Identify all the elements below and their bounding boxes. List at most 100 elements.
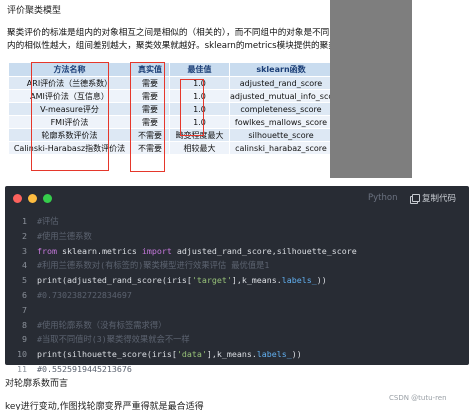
code-token: import	[141, 245, 172, 256]
table-cell: 需要	[130, 76, 170, 90]
table-cell: V-measure评分	[8, 102, 131, 116]
code-token: 'data'	[176, 349, 207, 360]
slide-title: 评价聚类模型	[5, 3, 66, 16]
code-line: 11 #0.5525919445213676	[5, 362, 469, 377]
dot-yellow	[28, 194, 37, 203]
table-row: Calinski-Harabasz指数评价法 不需要 相较最大 calinski…	[8, 141, 333, 155]
code-line: 7	[5, 303, 469, 318]
table-cell: 1.0	[169, 89, 230, 103]
line-number: 5	[22, 275, 27, 286]
table-cell: 轮廓系数评价法	[8, 128, 131, 142]
code-token: sklearn.metrics	[56, 245, 142, 256]
code-text: #0.5525919445213676	[27, 362, 132, 377]
header-method: 方法名称	[8, 62, 131, 77]
code-token: #利用兰德系数对(有标签的)聚类模型进行效果评估 最优值是1	[37, 260, 270, 271]
table-cell: adjusted_mutual_info_score	[229, 89, 342, 103]
table-cell: adjusted_rand_score	[229, 76, 333, 90]
slide-side-panel	[330, 0, 412, 178]
table-cell: fowlkes_mallows_score	[229, 115, 333, 129]
code-line: 8 #使用轮廓系数（没有标签需求得）	[5, 318, 469, 333]
line-number: 1	[22, 216, 27, 226]
code-text: print(adjusted_rand_score(iris['target']…	[27, 273, 327, 288]
table-cell: 需要	[130, 102, 170, 116]
header-best: 最佳值	[169, 62, 230, 77]
line-number: 2	[22, 230, 27, 241]
code-text: print(silhouette_score(iris['data'],k_me…	[27, 347, 302, 362]
table-cell: 需要	[130, 115, 170, 129]
line-number: 10	[17, 349, 27, 360]
table-cell: FMI评价法	[8, 115, 131, 129]
code-lines[interactable]: 1 #评估 2 #使用兰德系数 3 from sklearn.metrics import…	[5, 214, 469, 377]
code-line: 10 print(silhouette_score(iris['data'],k_…	[5, 347, 469, 362]
code-token: ))	[316, 275, 327, 286]
header-truth: 真实值	[130, 62, 170, 77]
code-token: #当取不同值时(3)聚类得效果就会不一样	[37, 334, 190, 345]
body-text-2: key进行变动,作图找轮廓变界严重得就是最合适得	[5, 402, 204, 410]
language-label: Python	[368, 193, 398, 203]
code-token: print(adjusted_rand_score(iris[	[37, 275, 192, 286]
code-token: ))	[291, 349, 302, 360]
table-cell: 需要	[130, 89, 170, 103]
table-cell: completeness_score	[229, 102, 333, 116]
table-row: V-measure评分 需要 1.0 completeness_score	[8, 102, 333, 116]
table-row: FMI评价法 需要 1.0 fowlkes_mallows_score	[8, 115, 333, 129]
code-token: #使用轮廓系数（没有标签需求得）	[37, 319, 167, 330]
table-cell: 1.0	[169, 115, 230, 129]
code-line: 5 print(adjusted_rand_score(iris['target'…	[5, 273, 469, 288]
code-token: adjusted_rand_score,silhouette_score	[171, 245, 357, 256]
code-line: 2 #使用兰德系数	[5, 229, 469, 244]
copy-code-button[interactable]: 复制代码	[410, 192, 456, 204]
line-number: 9	[22, 334, 27, 345]
metrics-table: 方法名称 真实值 最佳值 sklearn函数 ARI评价法（兰德系数） 需要 1…	[8, 62, 342, 155]
line-number: 4	[22, 260, 27, 271]
window-dots	[13, 194, 52, 203]
code-text: #使用轮廓系数（没有标签需求得）	[27, 318, 166, 333]
dot-red	[13, 194, 22, 203]
table-cell: AMI评价法（互信息）	[8, 89, 131, 103]
code-text: #评估	[27, 214, 59, 229]
line-number: 7	[22, 304, 27, 315]
table-row: 轮廓系数评价法 不需要 畸变程度最大 silhouette_score	[8, 128, 333, 142]
code-token: labels_	[281, 275, 317, 286]
code-token: from	[37, 245, 57, 256]
table-cell: 1.0	[169, 76, 230, 90]
code-token: ],k_means.	[231, 275, 282, 286]
table-cell: 不需要	[130, 128, 170, 142]
table-cell: silhouette_score	[229, 128, 333, 142]
table-cell: 相较最大	[169, 141, 230, 155]
code-token: labels_	[256, 349, 292, 360]
code-text: #利用兰德系数对(有标签的)聚类模型进行效果评估 最优值是1	[27, 258, 269, 273]
table-cell: Calinski-Harabasz指数评价法	[8, 141, 131, 155]
code-text: #0.7302382722834697	[27, 288, 132, 303]
code-line: 1 #评估	[5, 214, 469, 229]
copy-code-label: 复制代码	[422, 194, 457, 204]
code-line: 4 #利用兰德系数对(有标签的)聚类模型进行效果评估 最优值是1	[5, 258, 469, 273]
line-number: 11	[17, 363, 27, 374]
code-token: print(silhouette_score(iris[	[37, 349, 177, 360]
code-line: 9 #当取不同值时(3)聚类得效果就会不一样	[5, 332, 469, 347]
table-cell: 畸变程度最大	[169, 128, 230, 142]
watermark: CSDN @tutu-ren	[389, 394, 447, 402]
code-text: #使用兰德系数	[27, 229, 92, 244]
table-cell: calinski_harabaz_score	[229, 141, 333, 155]
table-row: ARI评价法（兰德系数） 需要 1.0 adjusted_rand_score	[8, 76, 333, 90]
code-text: from sklearn.metrics import adjusted_ran…	[27, 244, 357, 259]
table-cell: 不需要	[130, 141, 170, 155]
table-cell: 1.0	[169, 102, 230, 116]
body-text: 对轮廓系数而言	[5, 379, 69, 389]
code-token: #0.7302382722834697	[37, 289, 132, 300]
code-token: #评估	[37, 216, 59, 226]
code-token: ],k_means.	[206, 349, 257, 360]
copy-icon	[410, 193, 420, 204]
line-number: 6	[22, 289, 27, 300]
code-block: Python 复制代码 1 #评估 2 #使用兰德系数 3 from sklearn.me…	[5, 186, 469, 374]
code-text: #当取不同值时(3)聚类得效果就会不一样	[27, 332, 190, 347]
line-number: 3	[22, 245, 27, 256]
code-token: 'target'	[191, 275, 232, 286]
table-row: AMI评价法（互信息） 需要 1.0 adjusted_mutual_info_…	[8, 89, 342, 103]
dot-green	[43, 194, 52, 203]
table-cell: ARI评价法（兰德系数）	[8, 76, 131, 90]
code-line: 3 from sklearn.metrics import adjusted_ra…	[5, 244, 469, 259]
header-function: sklearn函数	[229, 62, 333, 77]
